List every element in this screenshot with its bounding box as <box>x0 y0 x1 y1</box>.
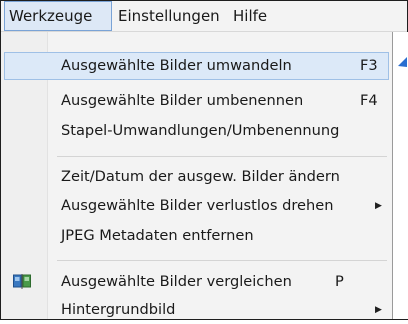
menu-item-convert-selected[interactable]: Ausgewählte Bilder umwandeln F3 <box>4 52 389 80</box>
menu-item-label: JPEG Metadaten entfernen <box>61 227 254 244</box>
menu-item-label: Ausgewählte Bilder vergleichen <box>61 273 292 290</box>
mouse-pointer-icon <box>398 57 407 67</box>
menu-item-remove-jpeg-metadata[interactable]: JPEG Metadaten entfernen <box>4 222 389 250</box>
menu-item-label: Stapel-Umwandlungen/Umbenennung <box>61 122 340 139</box>
menu-item-label: Ausgewählte Bilder umbenennen <box>61 92 304 109</box>
werkzeuge-dropdown-menu: Ausgewählte Bilder umwandeln F3 Ausgewäh… <box>1 32 393 319</box>
menu-item-label: Ausgewählte Bilder umwandeln <box>61 57 292 74</box>
menu-item-lossless-rotate[interactable]: Ausgewählte Bilder verlustlos drehen ▶ <box>4 192 389 220</box>
menubar-werkzeuge[interactable]: Werkzeuge <box>4 1 112 31</box>
menubar: Werkzeuge Einstellungen Hilfe <box>1 1 407 32</box>
menu-item-batch-convert-rename[interactable]: Stapel-Umwandlungen/Umbenennung <box>4 117 389 145</box>
menu-item-shortcut: F3 <box>360 57 378 74</box>
menubar-einstellungen[interactable]: Einstellungen <box>114 1 224 31</box>
menu-item-compare-selected[interactable]: Ausgewählte Bilder vergleichen P <box>4 268 389 296</box>
compare-images-icon <box>13 274 31 289</box>
menu-item-change-date-time[interactable]: Zeit/Datum der ausgew. Bilder ändern <box>4 163 389 191</box>
menu-separator <box>57 156 387 157</box>
menu-separator <box>57 260 387 261</box>
menu-item-rename-selected[interactable]: Ausgewählte Bilder umbenennen F4 <box>4 87 389 115</box>
menu-item-shortcut: F4 <box>360 92 378 109</box>
menu-item-shortcut: P <box>335 273 344 290</box>
menu-item-label: Zeit/Datum der ausgew. Bilder ändern <box>61 168 340 185</box>
submenu-arrow-icon: ▶ <box>375 201 382 211</box>
menubar-hilfe[interactable]: Hilfe <box>229 1 271 31</box>
background-window-edge <box>392 32 408 319</box>
menu-item-label: Ausgewählte Bilder verlustlos drehen <box>61 197 334 214</box>
